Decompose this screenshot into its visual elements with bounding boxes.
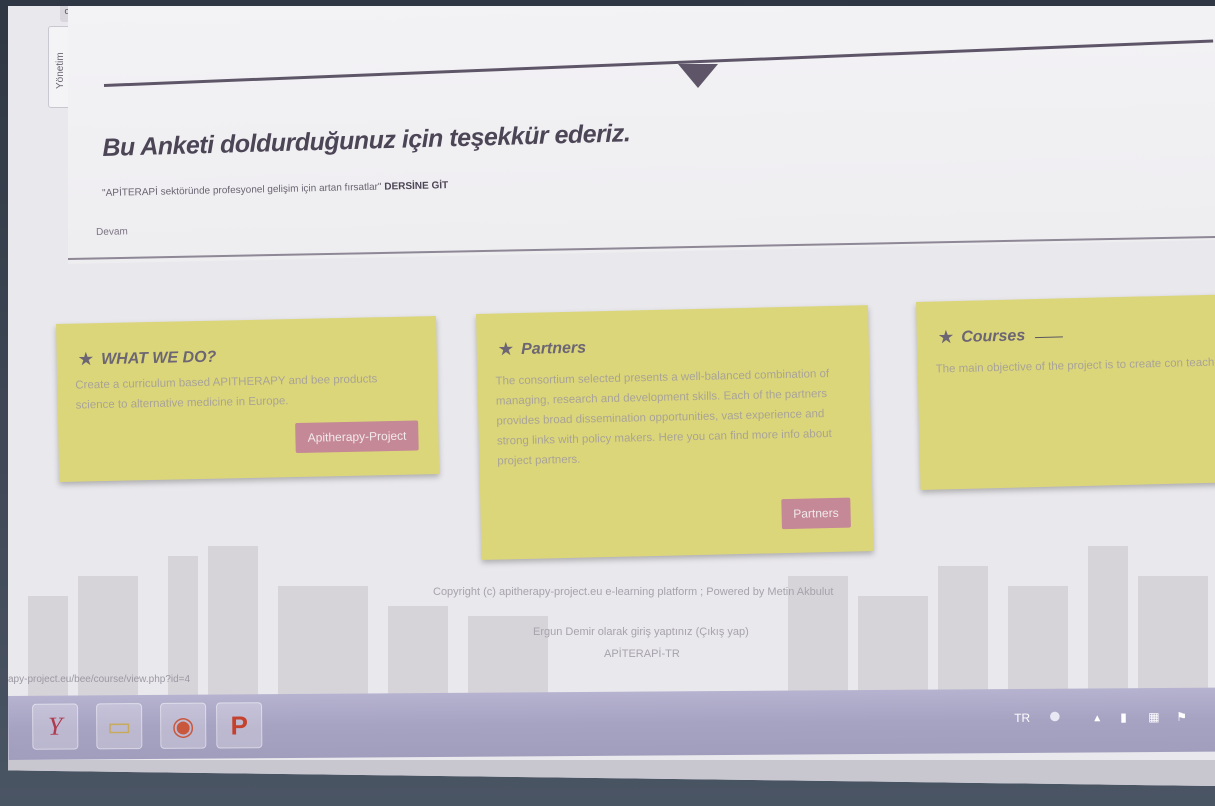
chrome-icon[interactable]: ◉	[160, 702, 207, 749]
footer-copyright: Copyright (c) apitherapy-project.eu e-le…	[433, 586, 834, 598]
go-to-course-link[interactable]: DERSİNE GİT	[384, 180, 448, 192]
yandex-browser-icon[interactable]: Y	[32, 703, 79, 750]
windows-taskbar: Y ▭ ◉ P TR ● ▴ ▮ ▦ ⚑	[8, 687, 1215, 760]
footer-language[interactable]: APİTERAPİ-TR	[604, 648, 680, 660]
footer-login-info[interactable]: Ergun Demir olarak giriş yaptınız (Çıkış…	[533, 626, 749, 638]
card-courses-title: ★ Courses	[938, 327, 1026, 347]
device-tray-icon[interactable]: ▮	[1120, 710, 1127, 724]
continue-link[interactable]: Devam	[96, 226, 128, 238]
card-what-we-do-title: ★ WHAT WE DO?	[78, 348, 217, 369]
panel-pointer-arrow	[678, 64, 718, 88]
card-courses: ★ Courses The main objective of the proje…	[916, 294, 1215, 490]
card-partners-text: The consortium selected presents a well-…	[495, 368, 832, 468]
admin-side-tab-label: Yönetim	[55, 52, 66, 89]
card-partners: ★ Partners The consortium selected presen…	[476, 305, 874, 560]
action-center-icon[interactable]: ⚑	[1176, 710, 1187, 724]
card-what-we-do-text: Create a curriculum based APITHERAPY and…	[75, 373, 378, 412]
pen-mark	[1034, 336, 1063, 339]
partners-button[interactable]: Partners	[780, 497, 851, 530]
screen-bottom-edge	[8, 760, 1215, 786]
star-icon: ★	[78, 351, 94, 369]
apitherapy-project-button[interactable]: Apitherapy-Project	[295, 420, 419, 454]
file-explorer-icon[interactable]: ▭	[96, 703, 143, 750]
status-bar-url: apy-project.eu/bee/course/view.php?id=4	[8, 674, 191, 685]
language-indicator[interactable]: TR	[1014, 711, 1030, 725]
windows-flag-icon[interactable]: ▦	[1148, 710, 1159, 724]
powerpoint-icon[interactable]: P	[216, 702, 263, 749]
chevron-up-icon[interactable]: ▴	[1094, 710, 1100, 724]
card-courses-text: The main objective of the project is to …	[935, 352, 1215, 376]
star-icon: ★	[498, 341, 514, 359]
user-tray-icon[interactable]: ●	[1048, 703, 1061, 729]
card-what-we-do: ★ WHAT WE DO? Create a curriculum based A…	[56, 316, 440, 482]
projected-screen: o Yönetim Bu Anketi doldurduğunuz için t…	[8, 6, 1215, 786]
card-partners-title: ★ Partners	[498, 339, 587, 359]
projector-frame: o Yönetim Bu Anketi doldurduğunuz için t…	[0, 0, 1215, 806]
star-icon: ★	[938, 329, 954, 347]
